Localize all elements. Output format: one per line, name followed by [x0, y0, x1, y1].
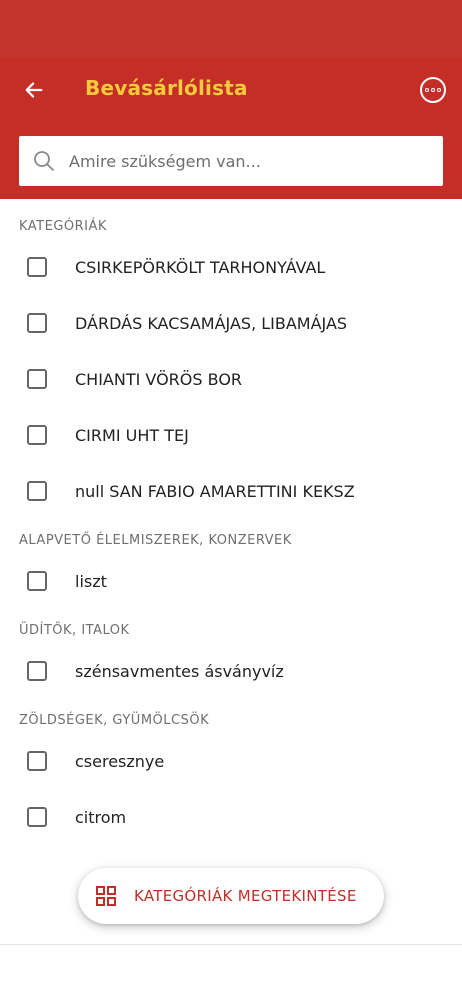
app-bar: Bevásárlólista [0, 58, 462, 122]
item-checkbox[interactable] [27, 257, 47, 277]
list-item[interactable]: citrom [0, 789, 462, 845]
list-item[interactable]: CIRMI UHT TEJ [0, 407, 462, 463]
item-checkbox[interactable] [27, 481, 47, 501]
search-icon [31, 148, 57, 174]
list-item[interactable]: CSIRKEPÖRKÖLT TARHONYÁVAL [0, 239, 462, 295]
list-item[interactable]: DÁRDÁS KACSAMÁJAS, LIBAMÁJAS [0, 295, 462, 351]
item-checkbox[interactable] [27, 313, 47, 333]
item-checkbox[interactable] [27, 571, 47, 591]
item-label: cseresznye [75, 751, 165, 771]
item-label: CHIANTI VÖRÖS BOR [75, 369, 243, 389]
status-bar [0, 0, 462, 58]
list-item[interactable]: null SAN FABIO AMARETTINI KEKSZ [0, 463, 462, 519]
more-options-icon [425, 88, 429, 92]
item-checkbox[interactable] [27, 369, 47, 389]
arrow-left-icon [25, 82, 43, 98]
more-options-icon-dot [431, 88, 435, 92]
item-checkbox[interactable] [27, 425, 47, 445]
more-options-button[interactable] [420, 77, 446, 103]
list-item[interactable]: szénsavmentes ásványvíz [0, 643, 462, 699]
item-label: null SAN FABIO AMARETTINI KEKSZ [75, 481, 355, 501]
page-title: Bevásárlólista [85, 76, 248, 100]
search-input[interactable] [67, 150, 411, 172]
back-button[interactable] [18, 74, 50, 106]
item-checkbox[interactable] [27, 751, 47, 771]
item-checkbox[interactable] [27, 661, 47, 681]
item-label: CSIRKEPÖRKÖLT TARHONYÁVAL [75, 257, 326, 277]
bottom-divider [0, 944, 462, 945]
list-item[interactable]: liszt [0, 553, 462, 609]
section-header: ALAPVETŐ ÉLELMISZEREK, KONZERVEK [19, 533, 292, 548]
item-label: DÁRDÁS KACSAMÁJAS, LIBAMÁJAS [75, 313, 348, 333]
search-bar-container [0, 122, 462, 199]
item-label: szénsavmentes ásványvíz [75, 661, 284, 681]
item-label: liszt [75, 571, 107, 591]
more-options-icon-dot [437, 88, 441, 92]
item-label: citrom [75, 807, 127, 827]
view-categories-label: KATEGÓRIÁK MEGTEKINTÉSE [134, 887, 357, 905]
list-item[interactable]: cseresznye [0, 733, 462, 789]
search-box[interactable] [19, 136, 443, 186]
section-header: ÜDÍTŐK, ITALOK [19, 623, 130, 638]
section-header: KATEGÓRIÁK [19, 219, 107, 234]
grid-icon [95, 885, 117, 907]
item-checkbox[interactable] [27, 807, 47, 827]
view-categories-button[interactable]: KATEGÓRIÁK MEGTEKINTÉSE [78, 868, 384, 924]
list-item[interactable]: CHIANTI VÖRÖS BOR [0, 351, 462, 407]
section-header: ZÖLDSÉGEK, GYÜMÖLCSÖK [19, 713, 210, 728]
item-label: CIRMI UHT TEJ [75, 425, 189, 445]
shopping-list: KATEGÓRIÁK CSIRKEPÖRKÖLT TARHONYÁVAL DÁRDÁ… [0, 199, 462, 845]
